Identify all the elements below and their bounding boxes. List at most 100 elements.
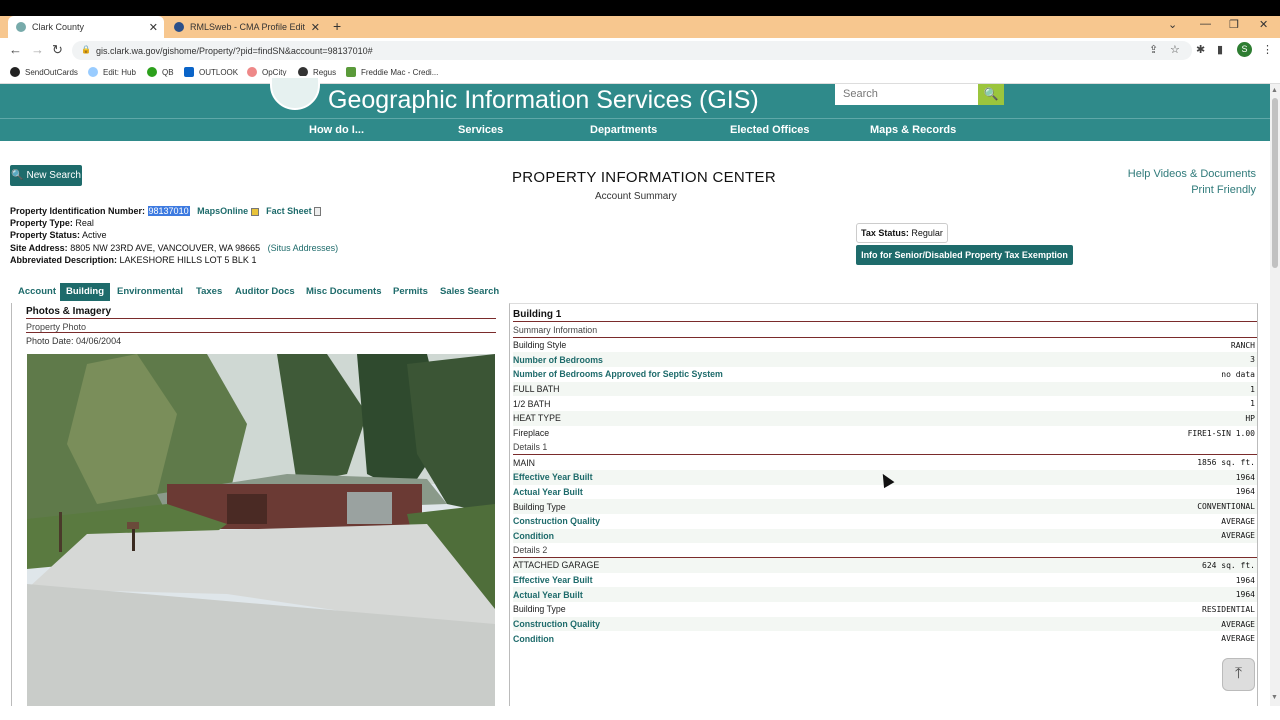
tab-auditor-docs[interactable]: Auditor Docs <box>229 283 301 301</box>
star-icon[interactable]: ☆ <box>1170 43 1180 56</box>
detail-label: Details 2 <box>513 545 548 556</box>
detail-value: 3 <box>1250 355 1255 365</box>
detail-value: no data <box>1221 369 1255 379</box>
restore-icon[interactable]: ❐ <box>1229 18 1239 31</box>
detail-row: Building Style RANCH <box>513 338 1257 353</box>
bookmark-label: Edit: Hub <box>103 67 136 77</box>
description-label: Abbreviated Description: <box>10 254 118 265</box>
print-friendly-link[interactable]: Print Friendly <box>1128 182 1256 198</box>
minimize-icon[interactable]: — <box>1200 18 1211 30</box>
tab-permits[interactable]: Permits <box>387 283 434 301</box>
page-subtitle: Account Summary <box>595 191 677 202</box>
detail-value: 1 <box>1250 399 1255 409</box>
window-close-icon[interactable]: ✕ <box>1259 18 1268 31</box>
section-subheader: Details 1 <box>513 441 1257 456</box>
building-panel: Building 1 Summary Information Building S… <box>509 303 1258 706</box>
nav-how-do-i[interactable]: How do I... <box>309 124 364 136</box>
detail-label[interactable]: Number of Bedrooms <box>513 355 603 365</box>
tax-status-badge: Tax Status: Regular <box>856 223 948 243</box>
sidebar-icon[interactable]: ▮ <box>1217 43 1223 56</box>
detail-label: 1/2 BATH <box>513 398 551 409</box>
detail-row: Fireplace FIRE1-SIN 1.00 <box>513 426 1257 441</box>
search-icon: 🔍 <box>11 170 24 181</box>
menu-icon[interactable]: ⋮ <box>1262 43 1273 56</box>
detail-label[interactable]: Number of Bedrooms Approved for Septic S… <box>513 369 723 379</box>
close-icon[interactable]: ✕ <box>311 21 320 34</box>
senior-exemption-button[interactable]: Info for Senior/Disabled Property Tax Ex… <box>856 245 1073 265</box>
detail-label[interactable]: Construction Quality <box>513 619 600 629</box>
share-icon[interactable]: ⇪ <box>1149 43 1158 56</box>
detail-value: 1964 <box>1235 472 1255 482</box>
tab-building[interactable]: Building <box>60 283 110 301</box>
address-bar[interactable]: 🔒 gis.clark.wa.gov/gishome/Property/?pid… <box>72 41 1192 60</box>
bookmark-label: Freddie Mac - Credi... <box>361 67 439 77</box>
property-info: Property Identification Number: 98137010… <box>10 205 338 266</box>
browser-tab-clark-county[interactable]: Clark County ✕ <box>8 16 164 38</box>
close-icon[interactable]: ✕ <box>149 21 158 34</box>
tab-taxes[interactable]: Taxes <box>190 283 228 301</box>
bookmark-icon <box>184 67 194 77</box>
detail-value: 1 <box>1250 384 1255 394</box>
fact-sheet-link[interactable]: Fact Sheet <box>266 206 312 216</box>
situs-addresses-link[interactable]: (Situs Addresses) <box>268 243 339 253</box>
detail-row: Actual Year Built 1964 <box>513 587 1257 603</box>
globe-icon <box>16 22 26 32</box>
reload-icon[interactable]: ↻ <box>52 42 63 58</box>
gis-title: Geographic Information Services (GIS) <box>328 86 759 114</box>
search-input[interactable]: Search <box>835 84 978 105</box>
site-address-label: Site Address: <box>10 242 68 253</box>
tab-misc-documents[interactable]: Misc Documents <box>300 283 388 301</box>
forward-icon[interactable]: → <box>31 42 44 57</box>
detail-label[interactable]: Effective Year Built <box>513 472 593 482</box>
pin-label: Property Identification Number: <box>10 206 146 216</box>
bookmark-qb[interactable]: QB <box>147 67 174 77</box>
url-text: gis.clark.wa.gov/gishome/Property/?pid=f… <box>96 45 373 56</box>
tab-account[interactable]: Account <box>12 283 62 301</box>
bookmark-outlook[interactable]: OUTLOOK <box>184 67 238 77</box>
bookmark-sendoutcards[interactable]: SendOutCards <box>10 67 78 77</box>
clark-county-logo[interactable] <box>270 76 320 110</box>
profile-avatar[interactable]: S <box>1237 42 1252 57</box>
detail-label[interactable]: Condition <box>513 634 554 644</box>
back-to-top-button[interactable]: ⤒ <box>1222 658 1255 691</box>
pin-value[interactable]: 98137010 <box>147 206 190 216</box>
nav-elected-offices[interactable]: Elected Offices <box>730 124 809 136</box>
scroll-down-icon[interactable]: ▼ <box>1271 694 1278 701</box>
nav-departments[interactable]: Departments <box>590 124 657 136</box>
detail-label: MAIN <box>513 457 535 468</box>
tax-status-label: Tax Status: <box>861 228 909 238</box>
nav-services[interactable]: Services <box>458 124 503 136</box>
detail-value: RANCH <box>1230 340 1255 350</box>
property-photo[interactable] <box>27 354 495 706</box>
search-icon[interactable]: 🔍 <box>978 84 1004 105</box>
help-videos-link[interactable]: Help Videos & Documents <box>1128 166 1256 182</box>
extensions-icon[interactable]: ✱ <box>1196 43 1205 56</box>
bookmark-edit-hub[interactable]: Edit: Hub <box>88 67 136 77</box>
detail-label[interactable]: Actual Year Built <box>513 487 583 497</box>
new-search-button[interactable]: 🔍 New Search <box>10 165 82 186</box>
bookmark-freddie-mac[interactable]: Freddie Mac - Credi... <box>346 67 438 77</box>
tab-title: Clark County <box>32 22 85 32</box>
detail-label[interactable]: Construction Quality <box>513 516 600 526</box>
back-icon[interactable]: ← <box>9 42 22 57</box>
tab-strip: Clark County ✕ RMLSweb - CMA Profile Edi… <box>0 16 1280 38</box>
detail-label[interactable]: Condition <box>513 531 554 541</box>
address-row: ← → ↻ 🔒 gis.clark.wa.gov/gishome/Propert… <box>0 38 1280 62</box>
nav-maps-records[interactable]: Maps & Records <box>870 124 956 136</box>
photos-panel: Photos & Imagery Property Photo Photo Da… <box>11 303 509 706</box>
tab-environmental[interactable]: Environmental <box>111 283 189 301</box>
detail-label[interactable]: Actual Year Built <box>513 590 583 600</box>
detail-value: 624 sq. ft. <box>1202 560 1255 570</box>
tab-sales-search[interactable]: Sales Search <box>434 283 505 301</box>
detail-row: ATTACHED GARAGE 624 sq. ft. <box>513 558 1257 573</box>
scroll-up-icon[interactable]: ▲ <box>1271 87 1278 94</box>
new-tab-icon[interactable]: + <box>333 18 341 34</box>
gis-nav: How do I... Services Departments Elected… <box>0 118 1270 141</box>
maps-online-link[interactable]: MapsOnline <box>197 206 248 216</box>
detail-label[interactable]: Effective Year Built <box>513 575 593 585</box>
browser-tab-rmlsweb[interactable]: RMLSweb - CMA Profile Edit ✕ <box>166 16 326 38</box>
chevron-down-icon[interactable]: ⌄ <box>1168 18 1177 31</box>
detail-row: Number of Bedrooms Approved for Septic S… <box>513 367 1257 382</box>
property-type-label: Property Type: <box>10 218 73 229</box>
scroll-thumb[interactable] <box>1272 98 1278 268</box>
